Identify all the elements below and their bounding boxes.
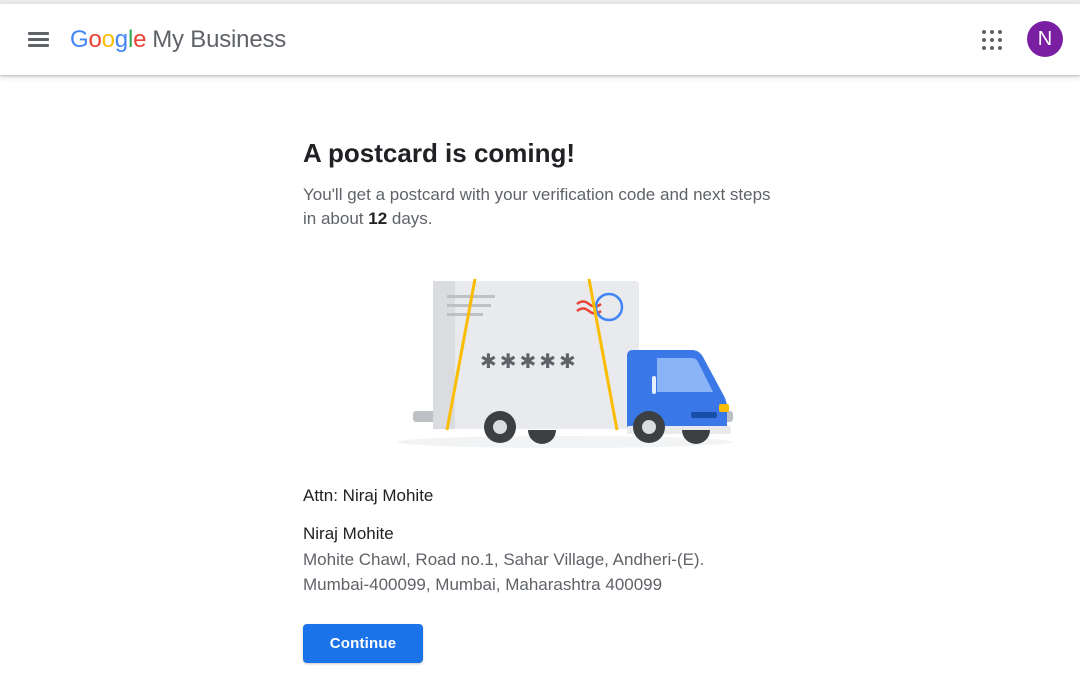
ground-shadow [397,436,733,448]
door-handle [652,376,656,394]
apps-grid-icon[interactable] [980,28,1004,52]
delivery-truck-postcard-illustration: ✱✱✱✱✱ [397,278,733,448]
address-line-2: Mumbai-400099, Mumbai, Maharashtra 40009… [303,575,663,594]
postcard-description: You'll get a postcard with your verifica… [303,183,773,231]
app-bar: Google My Business N [0,4,1080,75]
postcard-line [447,313,483,316]
logo-letter: o [101,26,115,53]
recipient-name: Niraj Mohite [303,524,394,543]
wheel-hub [642,420,656,434]
product-name: My Business [152,26,287,53]
logo-letter: g [114,26,128,53]
continue-button[interactable]: Continue [303,624,423,663]
truck-grille [691,412,717,418]
account-avatar[interactable]: N [1027,21,1063,57]
google-my-business-logo[interactable]: Google My Business [70,24,286,56]
headlight [719,404,729,412]
address-line-1: Mohite Chawl, Road no.1, Sahar Village, … [303,550,705,569]
attn-line: Attn: Niraj Mohite [303,486,434,505]
logo-letter: G [70,26,89,53]
logo-letter: e [133,26,147,53]
description-suffix: days. [387,209,433,228]
hamburger-menu-icon[interactable] [24,26,54,52]
logo-letter: o [88,26,102,53]
delivery-days: 12 [368,209,388,228]
verification-code-mask: ✱✱✱✱✱ [480,349,579,373]
page-title: A postcard is coming! [303,138,576,168]
wheel-hub [493,420,507,434]
